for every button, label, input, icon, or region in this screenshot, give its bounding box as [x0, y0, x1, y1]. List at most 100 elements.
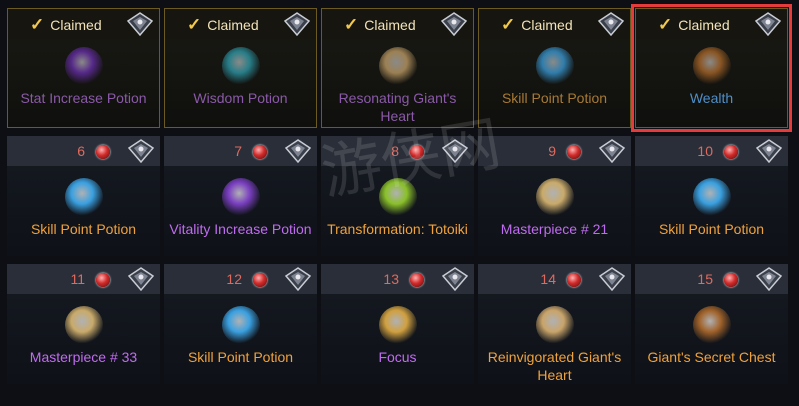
- potion-flask-icon: [692, 178, 731, 216]
- reward-slot[interactable]: 14 Reinvigorated Giant's Heart: [478, 264, 631, 384]
- reward-slot[interactable]: ✓ Claimed Skill Point Potion: [478, 8, 631, 128]
- reward-name: Skill Point Potion: [658, 221, 765, 237]
- reward-name: Skill Point Potion: [501, 90, 608, 106]
- day-number: 8: [391, 143, 399, 159]
- red-gem-icon: [567, 273, 581, 287]
- day-number: 6: [77, 143, 85, 159]
- cauldron-icon: [378, 178, 417, 216]
- red-gem-icon: [253, 145, 267, 159]
- day-number: 13: [383, 271, 399, 287]
- emblem-icon: [126, 12, 154, 37]
- reward-name: Resonating Giant's Heart: [338, 90, 457, 124]
- claimed-label: Claimed: [678, 17, 730, 33]
- emblem-icon: [127, 267, 155, 292]
- reward-name: Transformation: Totoiki: [327, 221, 468, 237]
- reward-name: Focus: [378, 349, 417, 365]
- rune-icon: [378, 306, 417, 344]
- checkmark-icon: ✓: [344, 15, 359, 34]
- reward-slot[interactable]: 8 Transformation: Totoiki: [321, 136, 474, 256]
- potion-flask-icon: [221, 306, 260, 344]
- rune-icon: [692, 47, 731, 85]
- reward-name: Skill Point Potion: [187, 349, 294, 365]
- potion-flask-icon: [64, 178, 103, 216]
- reward-slot-header: ✓ Claimed: [322, 9, 473, 39]
- reward-slot-header: 10: [635, 136, 788, 166]
- reward-name: Vitality Increase Potion: [169, 221, 312, 237]
- day-number: 15: [697, 271, 713, 287]
- reward-slot-header: 6: [7, 136, 160, 166]
- reward-name: Skill Point Potion: [30, 221, 137, 237]
- reward-name: Masterpiece # 33: [29, 349, 138, 365]
- reward-slot-header: 12: [164, 264, 317, 294]
- reward-slot[interactable]: ✓ Claimed Stat Increase Potion: [7, 8, 160, 128]
- reward-slot[interactable]: 13 Focus: [321, 264, 474, 384]
- emblem-icon: [441, 139, 469, 164]
- reward-name: Reinvigorated Giant's Heart: [487, 349, 622, 383]
- day-number: 10: [697, 143, 713, 159]
- day-number: 14: [540, 271, 556, 287]
- reward-slot[interactable]: 11 Masterpiece # 33: [7, 264, 160, 384]
- scroll-icon: [378, 47, 417, 85]
- emblem-icon: [127, 139, 155, 164]
- reward-slot-header: ✓ Claimed: [479, 9, 630, 39]
- emblem-icon: [284, 267, 312, 292]
- red-gem-icon: [253, 273, 267, 287]
- reward-slot-header: 9: [478, 136, 631, 166]
- reward-slot[interactable]: ✓ Claimed Wisdom Potion: [164, 8, 317, 128]
- emblem-icon: [597, 12, 625, 37]
- checkmark-icon: ✓: [187, 15, 202, 34]
- reward-slot[interactable]: 10 Skill Point Potion: [635, 136, 788, 256]
- map-icon: [64, 306, 103, 344]
- potion-flask-icon: [64, 47, 103, 85]
- checkmark-icon: ✓: [658, 15, 673, 34]
- day-number: 12: [226, 271, 242, 287]
- potion-bottle-icon: [221, 47, 260, 85]
- reward-slot[interactable]: 7 Vitality Increase Potion: [164, 136, 317, 256]
- emblem-icon: [284, 139, 312, 164]
- emblem-icon: [598, 139, 626, 164]
- reward-slot-header: 15: [635, 264, 788, 294]
- red-gem-icon: [724, 273, 738, 287]
- reward-name: Wisdom Potion: [193, 90, 288, 106]
- reward-slot-header: ✓ Claimed: [8, 9, 159, 39]
- claimed-label: Claimed: [50, 17, 102, 33]
- claimed-status: ✓ Claimed: [187, 15, 259, 35]
- reward-slot[interactable]: 6 Skill Point Potion: [7, 136, 160, 256]
- emblem-icon: [754, 12, 782, 37]
- reward-slot[interactable]: ✓ Claimed Resonating Giant's Heart: [321, 8, 474, 128]
- reward-slot[interactable]: ✓ Claimed Wealth: [631, 4, 792, 132]
- reward-name: Wealth: [689, 90, 734, 106]
- emblem-icon: [441, 267, 469, 292]
- red-gem-icon: [96, 145, 110, 159]
- claimed-label: Claimed: [207, 17, 259, 33]
- day-number: 9: [548, 143, 556, 159]
- emblem-icon: [283, 12, 311, 37]
- reward-slot-header: ✓ Claimed: [636, 9, 787, 39]
- red-gem-icon: [410, 145, 424, 159]
- red-gem-icon: [724, 145, 738, 159]
- potion-flask-icon: [221, 178, 260, 216]
- reward-grid: ✓ Claimed Stat Increase Potion ✓ Claimed Wisd…: [0, 0, 799, 406]
- reward-slot-header: 11: [7, 264, 160, 294]
- map-icon: [535, 178, 574, 216]
- checkmark-icon: ✓: [30, 15, 45, 34]
- reward-slot-header: ✓ Claimed: [165, 9, 316, 39]
- potion-flask-icon: [535, 47, 574, 85]
- red-gem-icon: [96, 273, 110, 287]
- reward-slot[interactable]: 12 Skill Point Potion: [164, 264, 317, 384]
- emblem-icon: [440, 12, 468, 37]
- reward-slot-header: 14: [478, 264, 631, 294]
- claimed-status: ✓ Claimed: [658, 15, 730, 35]
- reward-name: Masterpiece # 21: [500, 221, 609, 237]
- reward-slot[interactable]: 9 Masterpiece # 21: [478, 136, 631, 256]
- reward-name: Stat Increase Potion: [20, 90, 147, 106]
- reward-slot[interactable]: 15 Giant's Secret Chest: [635, 264, 788, 384]
- emblem-icon: [755, 267, 783, 292]
- emblem-icon: [755, 139, 783, 164]
- claimed-status: ✓ Claimed: [344, 15, 416, 35]
- emblem-icon: [598, 267, 626, 292]
- claimed-status: ✓ Claimed: [30, 15, 102, 35]
- day-number: 7: [234, 143, 242, 159]
- reward-name: Giant's Secret Chest: [647, 349, 776, 365]
- checkmark-icon: ✓: [501, 15, 516, 34]
